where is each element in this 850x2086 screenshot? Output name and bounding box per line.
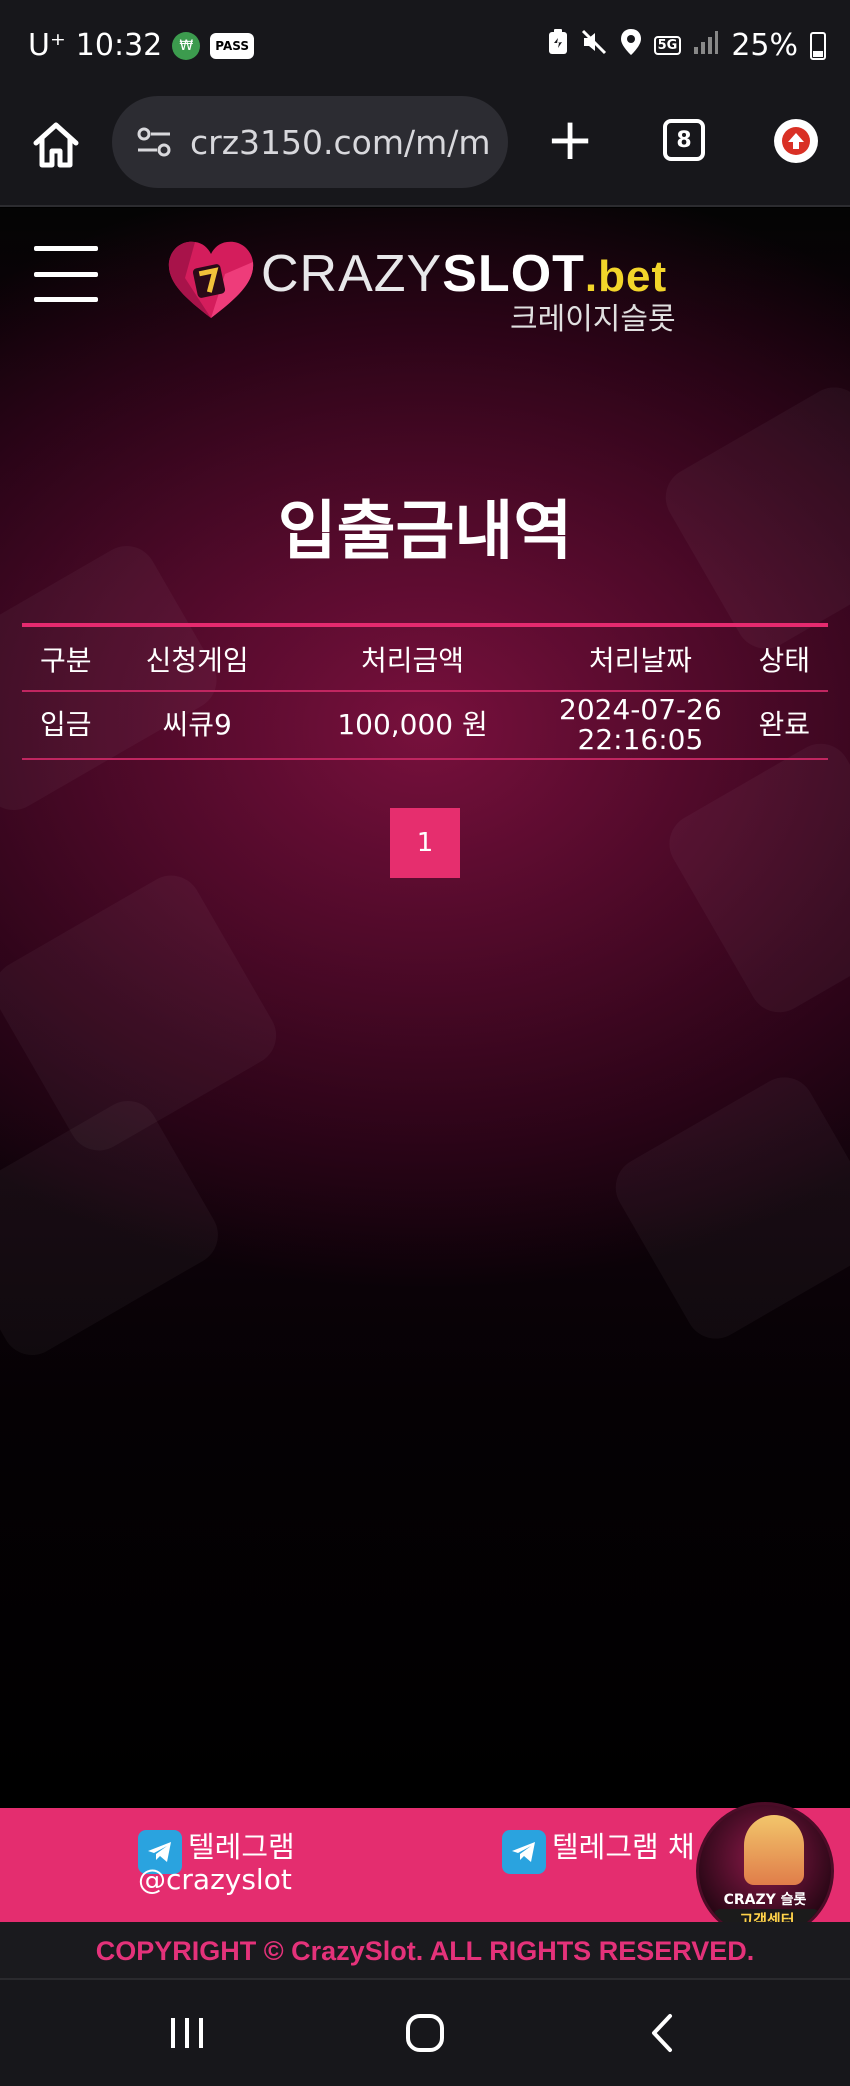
new-tab-button[interactable]: + (545, 109, 595, 169)
arrow-up-icon (782, 127, 810, 155)
home-button[interactable] (28, 117, 84, 173)
cell-time: 22:16:05 (577, 723, 704, 756)
network-badge: 5G (653, 36, 682, 55)
telegram-link-1[interactable]: 텔레그램 @crazyslot (138, 1830, 295, 1896)
menu-line (34, 246, 98, 251)
transaction-history-table: 구분 신청게임 처리금액 처리날짜 상태 입금 씨큐9 100,000 원 20… (22, 623, 828, 760)
recent-apps-icon (171, 2018, 203, 2048)
cs-brand-label: CRAZY 슬롯 (723, 1892, 807, 1908)
status-left: U⁺ 10:32 ₩ PASS (28, 28, 254, 63)
back-button[interactable] (633, 2008, 693, 2058)
heart-seven-icon (168, 241, 254, 318)
telegram-icon (502, 1830, 546, 1874)
carrier-label: U⁺ (28, 28, 66, 63)
telegram-1-text: 텔레그램 @crazyslot (138, 1830, 295, 1896)
clock: 10:32 (75, 28, 163, 63)
page-button-current[interactable]: 1 (390, 808, 460, 878)
browser-toolbar: crz3150.com/m/m + 8 (0, 92, 850, 207)
money-app-icon: ₩ (172, 31, 201, 60)
cell-status: 완료 (758, 708, 810, 741)
col-status: 상태 (758, 643, 810, 677)
copyright-text: COPYRIGHT © CrazySlot. ALL RIGHTS RESERV… (95, 1936, 755, 1966)
background-card-shape (604, 1066, 850, 1350)
customer-service-button[interactable]: CRAZY 슬롯 고객센터 (696, 1802, 834, 1940)
page-title: 입출금내역 (277, 495, 573, 569)
url-text: crz3150.com/m/m (190, 122, 491, 162)
site-logo[interactable]: CRAZYSLOT.bet 크레이지슬롯 (165, 238, 685, 337)
site-header: CRAZYSLOT.bet 크레이지슬롯 (0, 208, 850, 337)
background-card-shape (0, 1090, 229, 1366)
clipboard-icon (548, 29, 568, 62)
recent-apps-button[interactable] (157, 2008, 217, 2058)
cell-date: 2024-07-26 (559, 693, 722, 726)
col-type: 구분 (40, 643, 92, 677)
status-right: 5G 25% (548, 28, 826, 63)
cell-type: 입금 (40, 708, 92, 741)
mascot-image (744, 1815, 804, 1885)
site-settings-icon[interactable] (134, 122, 174, 162)
menu-line (34, 271, 98, 277)
location-icon (620, 28, 642, 63)
col-date: 처리날짜 (588, 643, 692, 677)
home-nav-button[interactable] (395, 2008, 455, 2058)
background-card-shape (658, 732, 850, 1024)
telegram-link-2[interactable]: 텔레그램 채 (502, 1830, 695, 1874)
system-nav-bar (0, 1978, 850, 2086)
status-bar: U⁺ 10:32 ₩ PASS 5G 25% (0, 0, 850, 92)
telegram-1-handle: @crazyslot (138, 1863, 292, 1896)
logo-crazy: CRAZY (261, 245, 443, 303)
telegram-1-label: 텔레그램 (188, 1830, 295, 1864)
battery-percent: 25% (731, 28, 798, 63)
signal-icon (693, 29, 719, 62)
update-button[interactable] (774, 119, 818, 163)
cell-amount: 100,000 원 (337, 708, 488, 741)
back-chevron-icon (652, 2014, 672, 2052)
telegram-2-label: 텔레그램 채 (552, 1830, 695, 1864)
copyright-bar: COPYRIGHT © CrazySlot. ALL RIGHTS RESERV… (0, 1922, 850, 1978)
tab-switcher-button[interactable]: 8 (663, 119, 705, 161)
home-circle-icon (406, 2014, 444, 2052)
battery-icon (810, 31, 826, 60)
page-content: CRAZYSLOT.bet 크레이지슬롯 입출금내역 구분 신청게임 처리금액 … (0, 208, 850, 1808)
mute-icon (580, 28, 608, 63)
col-amount: 처리금액 (361, 643, 465, 677)
menu-button[interactable] (34, 246, 98, 302)
table-row: 입금 씨큐9 100,000 원 2024-07-26 22:16:05 완료 (22, 691, 828, 759)
cell-game: 씨큐9 (162, 708, 232, 741)
address-bar[interactable]: crz3150.com/m/m (112, 96, 508, 188)
menu-line (34, 297, 98, 302)
cell-datetime: 2024-07-26 22:16:05 (540, 691, 740, 759)
col-game: 신청게임 (145, 643, 249, 677)
pass-app-icon: PASS (210, 32, 254, 59)
logo-korean: 크레이지슬롯 (510, 302, 676, 337)
table-header-row: 구분 신청게임 처리금액 처리날짜 상태 (22, 625, 828, 691)
home-icon (33, 122, 79, 168)
